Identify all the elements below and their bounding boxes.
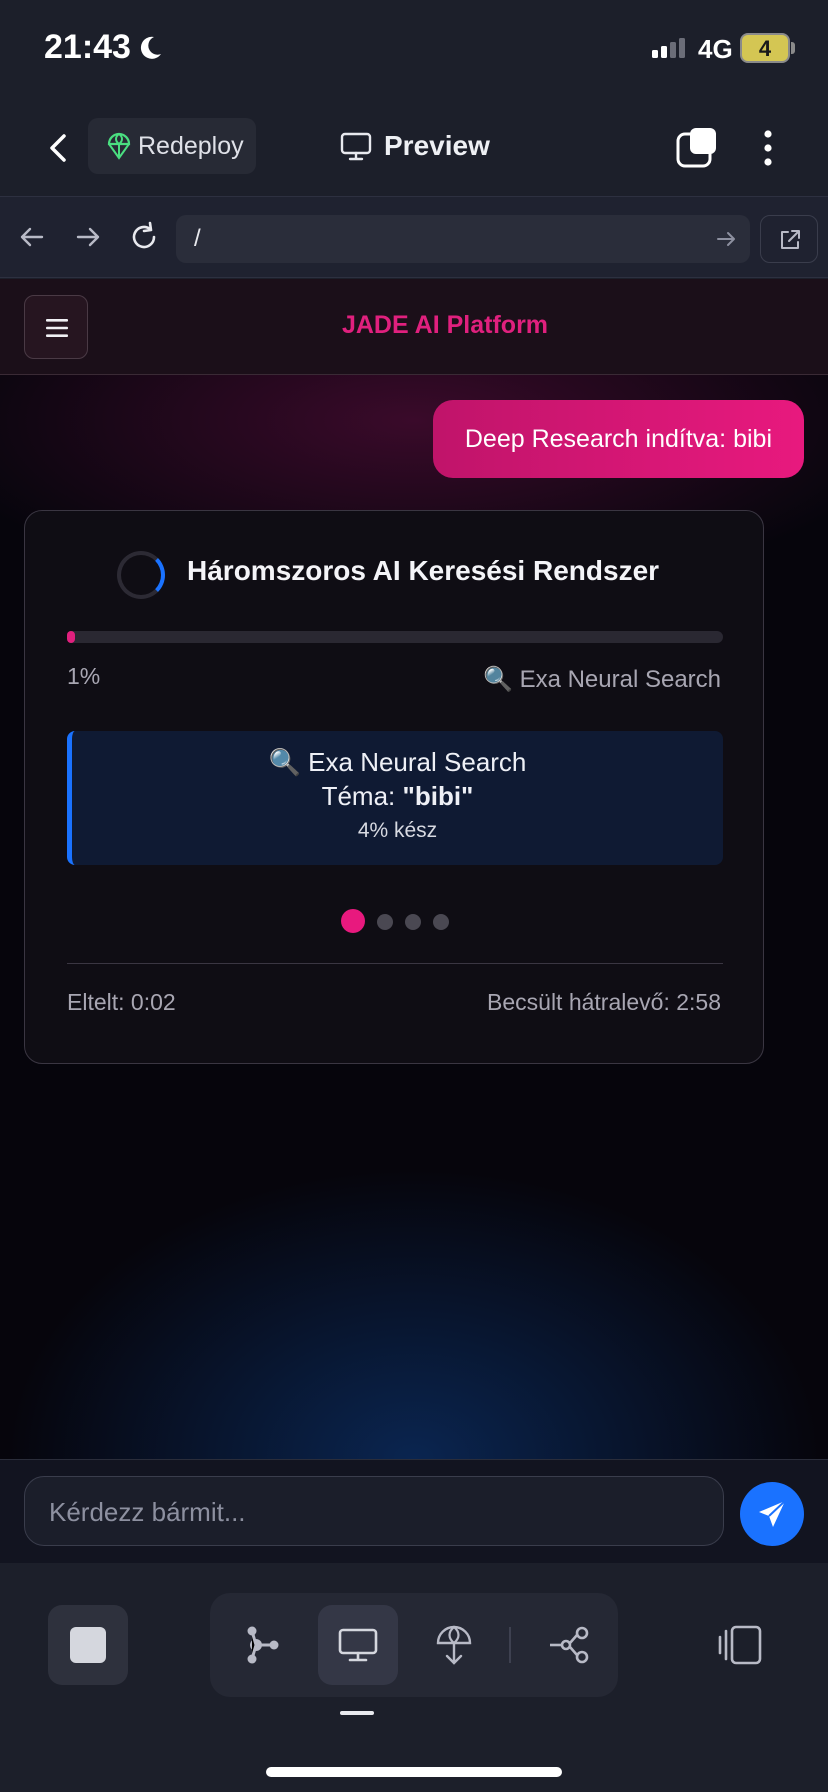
stage-status: 4% kész <box>357 819 438 842</box>
network-type: 4G <box>698 34 733 64</box>
battery-nub <box>791 42 795 54</box>
battery-icon: 4 <box>740 33 790 63</box>
side-panel-icon[interactable] <box>716 1623 764 1667</box>
stage-name: 🔍 Exa Neural Search <box>268 747 527 777</box>
app-header: Redeploy Preview <box>0 100 828 196</box>
url-input[interactable]: / <box>176 215 750 263</box>
topic-value: "bibi" <box>402 781 474 811</box>
agent-tool-button[interactable] <box>222 1605 302 1685</box>
agent-nodes-icon <box>247 1626 279 1664</box>
remaining-time: Becsült hátralevő: 2:58 <box>487 989 721 1015</box>
monitor-icon <box>338 1628 378 1662</box>
balloon-deploy-icon <box>107 132 131 160</box>
url-text: / <box>194 225 201 252</box>
deploy-tool-button[interactable] <box>414 1605 494 1685</box>
toolbar-separator <box>509 1627 511 1663</box>
chat-placeholder: Kérdezz bármit... <box>49 1497 246 1527</box>
research-title: Háromszoros AI Keresési Rendszer <box>187 555 660 586</box>
back-chevron-icon[interactable] <box>40 128 76 168</box>
redeploy-label: Redeploy <box>138 132 244 160</box>
step-dot <box>405 914 421 930</box>
moon-icon <box>140 36 161 59</box>
loading-spinner-icon <box>117 551 165 599</box>
tabs-icon[interactable] <box>676 126 720 170</box>
progress-bar <box>67 631 723 643</box>
battery-level: 4 <box>758 36 772 61</box>
user-message-bubble: Deep Research indítva: bibi <box>432 400 804 478</box>
site-header: JADE AI Platform <box>0 279 828 375</box>
more-vertical-icon[interactable] <box>752 126 784 170</box>
monitor-icon <box>340 132 372 161</box>
stop-icon <box>70 1627 106 1663</box>
chat-input[interactable]: Kérdezz bármit... <box>24 1476 724 1546</box>
url-toolbar: / <box>0 196 828 278</box>
elapsed-time: Eltelt: 0:02 <box>67 989 176 1015</box>
step-dot <box>433 914 449 930</box>
open-external-button[interactable] <box>760 215 818 263</box>
progress-fill <box>67 631 75 643</box>
stage-topic: Téma: "bibi" <box>72 781 723 812</box>
chat-input-bar: Kérdezz bármit... <box>0 1459 828 1563</box>
site-title: JADE AI Platform <box>341 311 549 339</box>
step-dot <box>341 909 365 933</box>
active-tab-indicator <box>340 1711 374 1715</box>
home-indicator[interactable] <box>266 1767 562 1777</box>
bottom-toolbar <box>0 1563 828 1792</box>
arrow-right-icon[interactable] <box>72 221 104 253</box>
signal-icon <box>652 38 685 58</box>
balloon-deploy-icon <box>436 1625 472 1665</box>
redeploy-button[interactable]: Redeploy <box>88 118 256 174</box>
current-stage: 🔍 Exa Neural Search <box>483 666 721 693</box>
preview-label: Preview <box>384 130 490 161</box>
topic-label: Téma: <box>321 781 403 811</box>
stage-detail-box: 🔍 Exa Neural Search Téma: "bibi" 4% kész <box>67 731 723 865</box>
arrow-left-icon[interactable] <box>16 221 48 253</box>
step-dot <box>377 914 393 930</box>
status-bar: 21:43 4G 4 <box>0 0 828 100</box>
external-link-icon <box>781 230 800 249</box>
web-preview: JADE AI Platform Deep Research indítva: … <box>0 279 828 1459</box>
paper-plane-icon <box>759 1500 786 1527</box>
research-progress-card: Háromszoros AI Keresési Rendszer 1% 🔍 Ex… <box>24 510 764 1064</box>
share-tool-button[interactable] <box>528 1605 608 1685</box>
progress-percent: 1% <box>67 663 101 689</box>
divider <box>67 963 723 964</box>
go-arrow-icon[interactable] <box>716 229 738 249</box>
connect-nodes-icon <box>550 1626 589 1664</box>
preview-tool-button[interactable] <box>318 1605 398 1685</box>
tool-group <box>210 1593 618 1697</box>
status-time: 21:43 <box>44 28 131 66</box>
reload-icon[interactable] <box>128 221 160 253</box>
send-button[interactable] <box>740 1482 804 1546</box>
stop-button[interactable] <box>48 1605 128 1685</box>
